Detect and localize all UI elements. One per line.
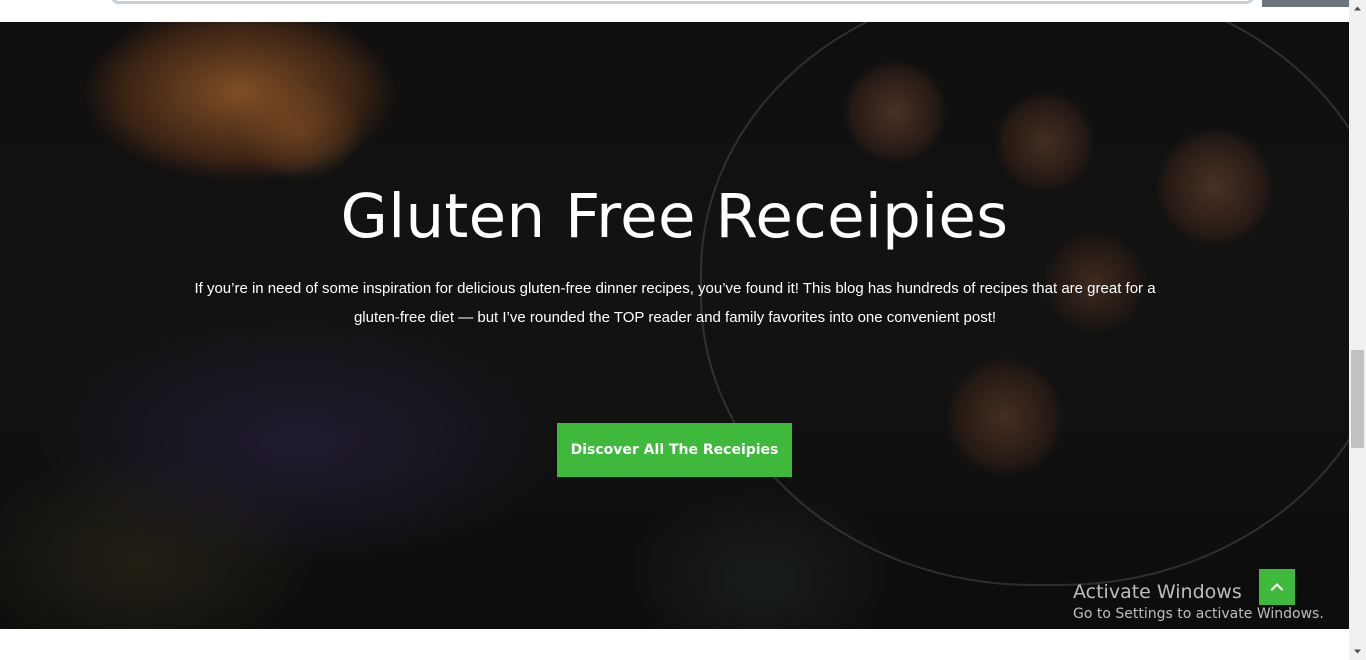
chevron-up-icon — [1270, 583, 1284, 591]
discover-receipies-button[interactable]: Discover All The Receipies — [557, 423, 792, 477]
search-bar-edge — [110, 0, 1255, 4]
scrollbar-thumb[interactable] — [1351, 350, 1364, 448]
next-section-strip — [0, 629, 1349, 660]
watermark-subtitle: Go to Settings to activate Windows. — [1073, 606, 1324, 622]
back-to-top-button[interactable] — [1259, 569, 1295, 605]
hero-title: Gluten Free Receipies — [340, 181, 1009, 252]
page-scrollbar[interactable] — [1349, 0, 1366, 660]
scroll-up-arrow-icon[interactable] — [1353, 4, 1362, 13]
header-edge — [1262, 0, 1349, 7]
browser-viewport: Gluten Free Receipies If you’re in need … — [0, 0, 1366, 660]
previous-section-strip — [0, 0, 1349, 22]
hero-section: Gluten Free Receipies If you’re in need … — [0, 22, 1349, 629]
scroll-down-arrow-icon[interactable] — [1353, 647, 1362, 656]
hero-description: If you’re in need of some inspiration fo… — [194, 280, 1156, 326]
